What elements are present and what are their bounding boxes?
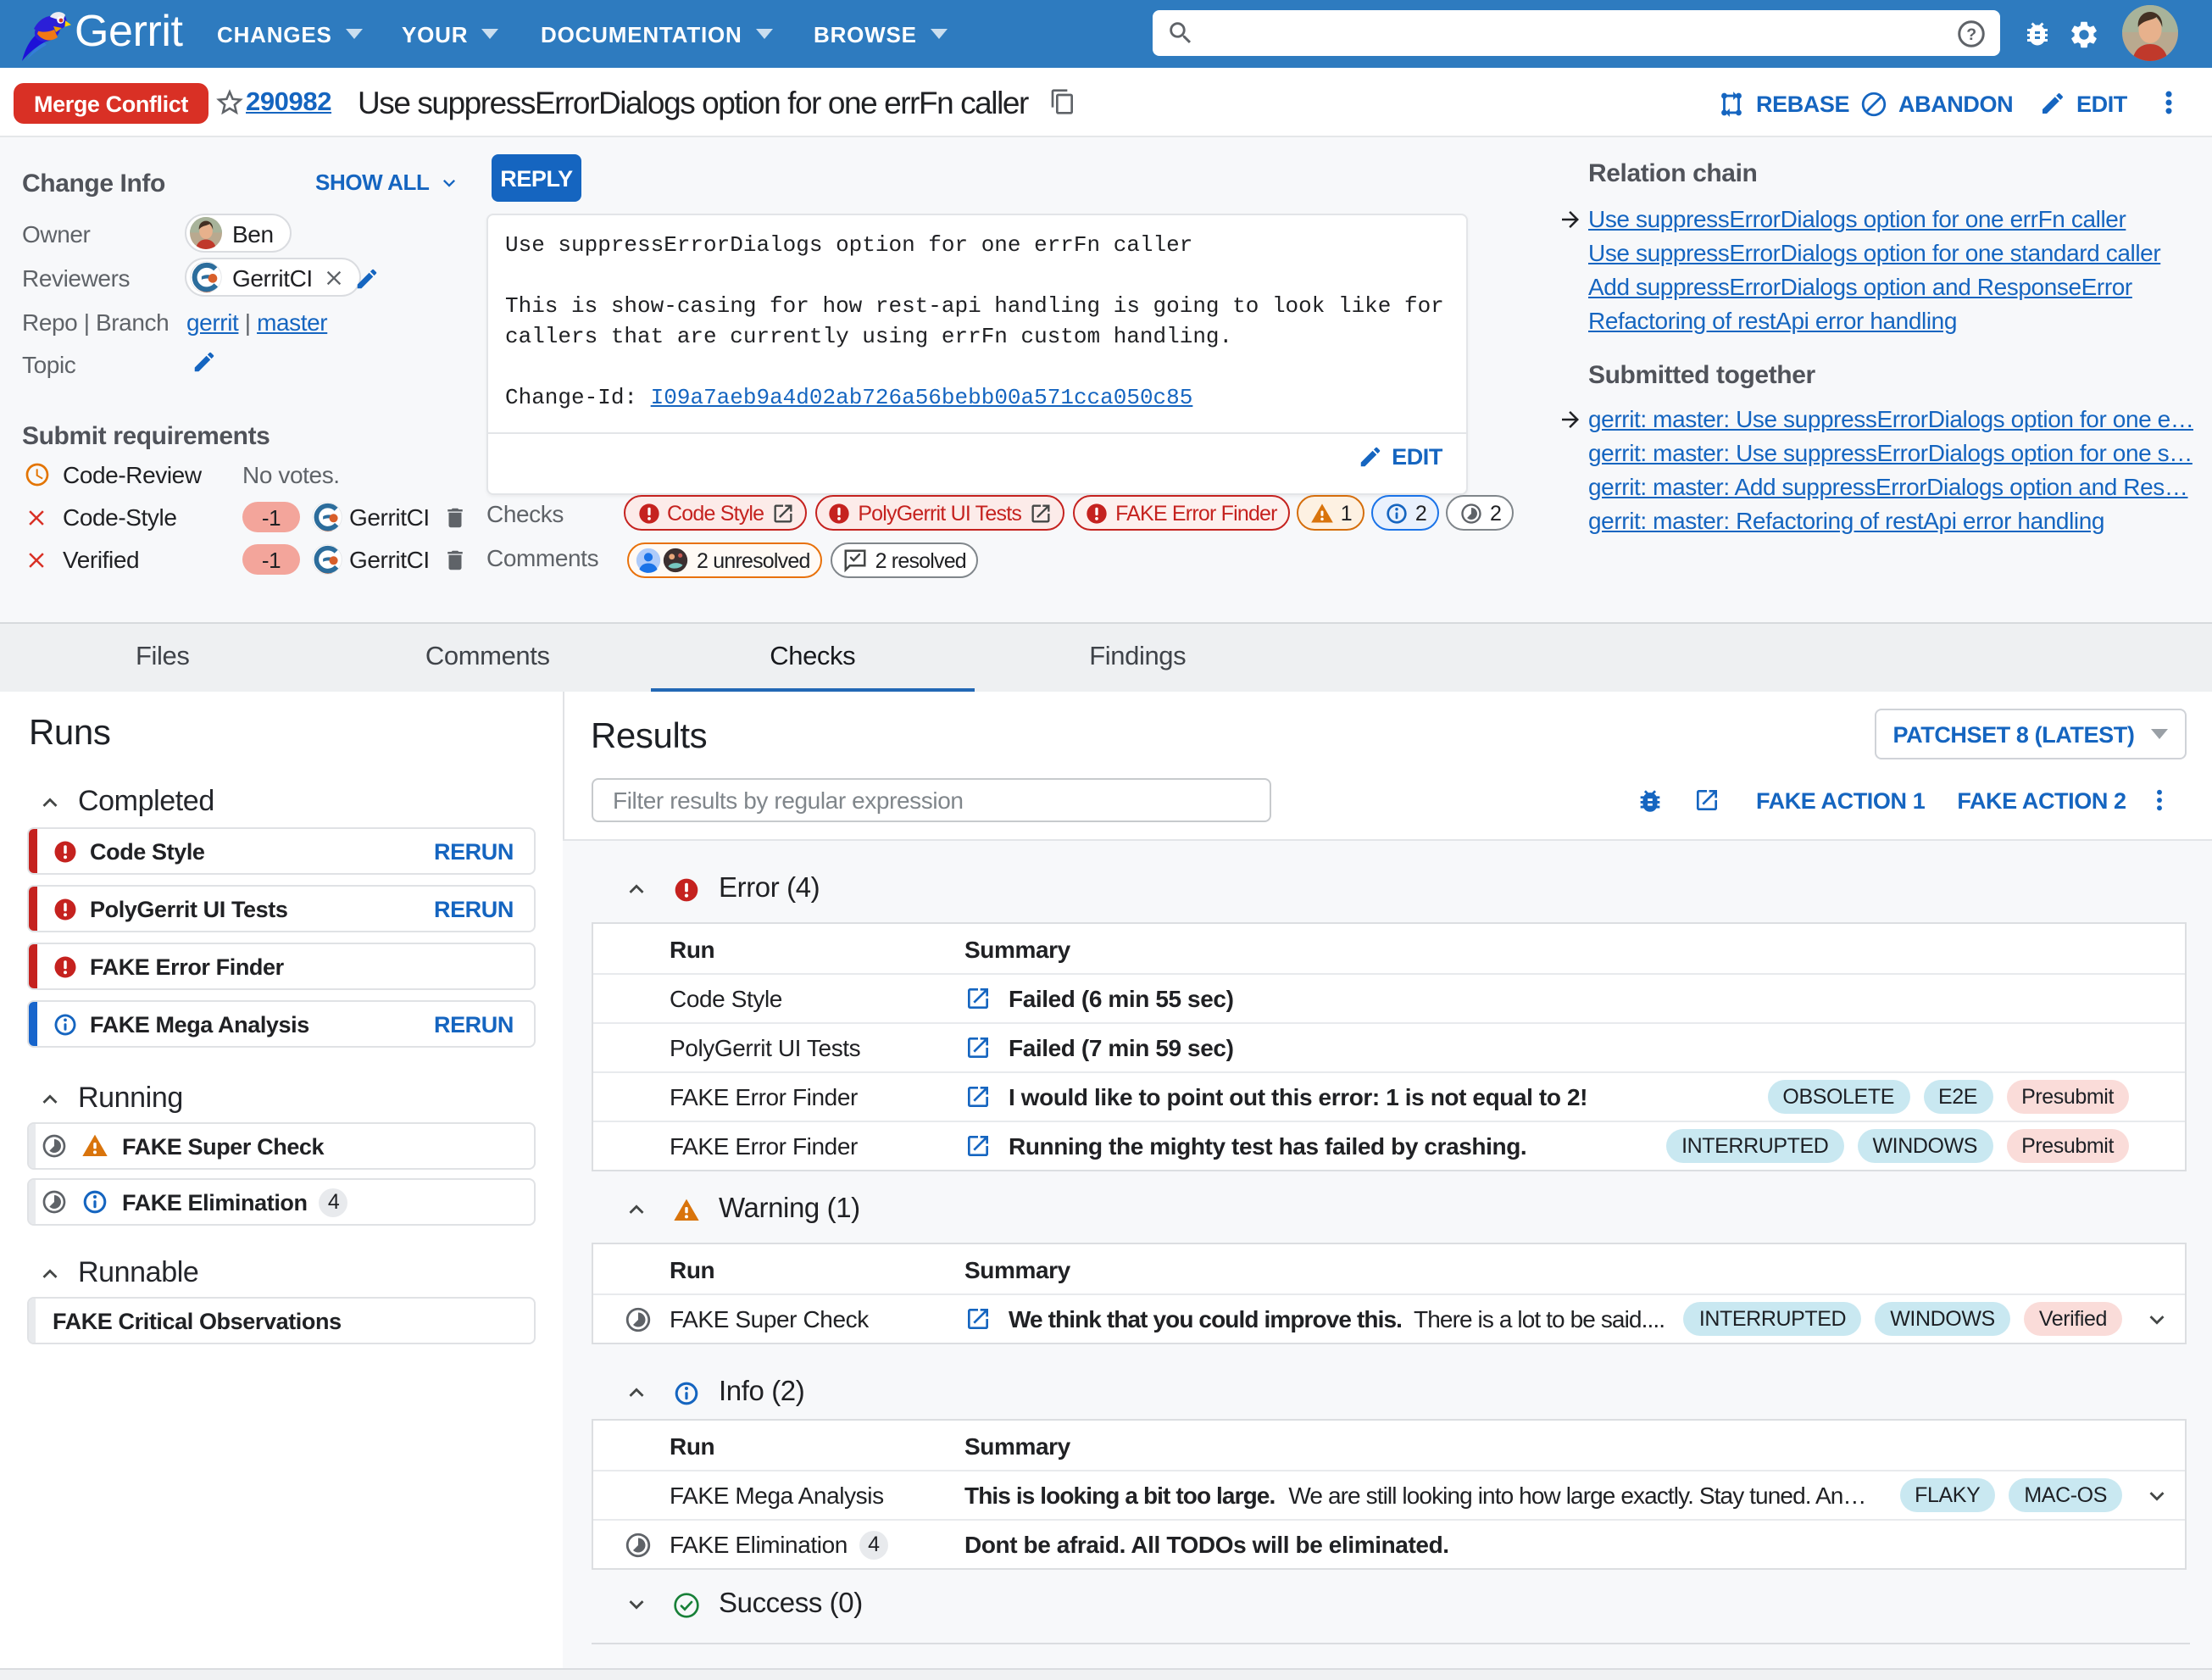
svg-text:?: ?: [1966, 25, 1976, 43]
